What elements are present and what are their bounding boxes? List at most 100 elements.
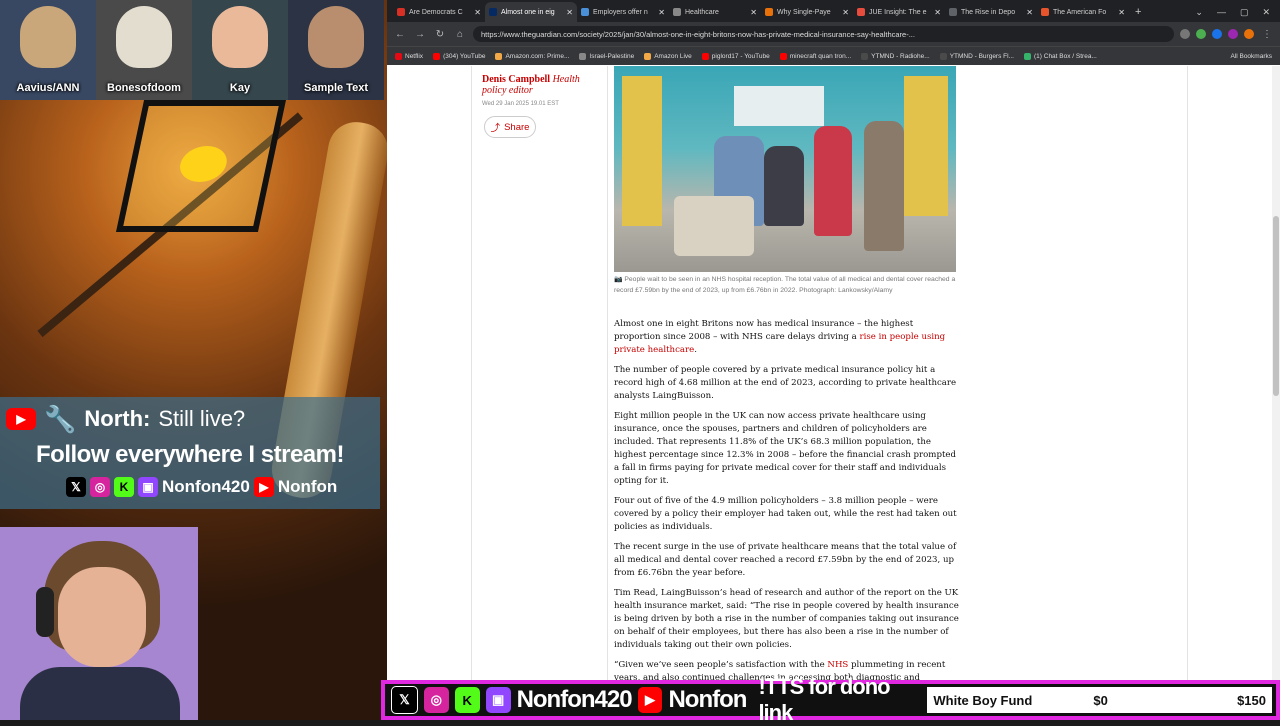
extension-icon[interactable]	[1228, 29, 1238, 39]
bookmarks-bar: Netflix (304) YouTube Amazon.com: Prime.…	[387, 46, 1280, 65]
paragraph: Four out of five of the 4.9 million poli…	[614, 496, 957, 532]
tab-favicon	[857, 8, 865, 16]
article-date: Wed 29 Jan 2025 19.01 EST	[482, 101, 559, 107]
image-caption: 📷 People wait to be seen in an NHS hospi…	[614, 275, 956, 296]
follow-banner: Follow everywhere I stream!	[36, 441, 344, 468]
avatar-name: Aavius/ANN	[16, 82, 80, 94]
webcam-feed	[0, 527, 198, 720]
home-icon[interactable]: ⌂	[453, 29, 467, 40]
profile-avatar[interactable]	[1244, 29, 1254, 39]
tab-title: Are Democrats C	[409, 8, 463, 16]
browser-tab[interactable]: Employers offer n ✕	[577, 2, 669, 22]
instagram-icon: ◎	[90, 477, 110, 497]
youtube-icon: ▶	[253, 477, 274, 497]
camera-icon: 📷	[614, 276, 623, 283]
browser-tab[interactable]: Why Single-Paye ✕	[761, 2, 853, 22]
bookmark-item[interactable]: (1) Chat Box / Strea...	[1024, 52, 1097, 60]
browser-tab[interactable]: Are Democrats C ✕	[393, 2, 485, 22]
maximize-icon[interactable]: ▢	[1240, 7, 1249, 18]
close-window-icon[interactable]: ✕	[1262, 7, 1270, 18]
close-icon[interactable]: ✕	[1026, 8, 1033, 17]
page-scrollbar[interactable]	[1272, 66, 1280, 720]
avatar-tile: Sample Text	[288, 0, 384, 100]
browser-toolbar: ← → ↻ ⌂ https://www.theguardian.com/soci…	[387, 22, 1280, 46]
web-page: Denis Campbell Health policy editor Wed …	[387, 66, 1280, 720]
chat-author: North:	[84, 406, 151, 431]
instagram-icon: ◎	[423, 687, 449, 713]
tab-favicon	[581, 8, 589, 16]
close-icon[interactable]: ✕	[842, 8, 849, 17]
avatar-name: Bonesofdoom	[107, 82, 181, 94]
close-icon[interactable]: ✕	[566, 8, 573, 17]
tab-title: Why Single-Paye	[777, 8, 831, 16]
bookmark-item[interactable]: minecraft quan tron...	[779, 52, 851, 60]
reload-icon[interactable]: ↻	[433, 29, 447, 40]
tab-favicon	[1041, 8, 1049, 16]
browser-tab[interactable]: The Rise in Depo ✕	[945, 2, 1037, 22]
fund-current: $0	[1093, 692, 1108, 708]
bookmark-item[interactable]: Netflix	[395, 52, 423, 60]
avatar-tile: Bonesofdoom	[96, 0, 192, 100]
scrollbar-thumb[interactable]	[1273, 216, 1279, 396]
close-icon[interactable]: ✕	[1118, 8, 1125, 17]
x-icon: 𝕏	[391, 686, 418, 714]
bookmark-item[interactable]: Amazon.com: Prime...	[495, 52, 569, 60]
twitch-icon: ▣	[485, 687, 511, 713]
tab-favicon	[949, 8, 957, 16]
browser-tab[interactable]: Healthcare ✕	[669, 2, 761, 22]
chat-overlay: ▶ 🔧 North: Still live? Follow everywhere…	[0, 397, 380, 509]
bookmark-item[interactable]: piglord17 - YouTube	[701, 52, 770, 60]
article-hero-image	[614, 66, 956, 272]
lantern-graphic	[115, 100, 287, 232]
all-bookmarks-button[interactable]: All Bookmarks	[1230, 53, 1272, 60]
fund-title: White Boy Fund	[933, 692, 1033, 708]
share-icon: ⤴	[490, 123, 501, 134]
bookmark-item[interactable]: Amazon Live	[644, 52, 692, 60]
close-icon[interactable]: ✕	[750, 8, 757, 17]
menu-icon[interactable]: ⋮	[1260, 29, 1274, 40]
bookmark-item[interactable]: (304) YouTube	[433, 52, 485, 60]
twitch-icon: ▣	[138, 477, 158, 497]
twitch-handle: Nonfon420	[162, 477, 250, 496]
tab-title: Almost one in eig	[501, 8, 555, 16]
x-icon: 𝕏	[66, 477, 86, 497]
extension-icon[interactable]	[1180, 29, 1190, 39]
bottom-overlay-bar: 𝕏 ◎ K ▣ Nonfon420 ▶ Nonfon !TTS for dono…	[381, 674, 1280, 725]
tab-favicon	[765, 8, 773, 16]
minimize-icon[interactable]: —	[1217, 7, 1226, 17]
paragraph: The recent surge in the use of private h…	[614, 542, 957, 578]
article-body: Almost one in eight Britons now has medi…	[614, 318, 959, 692]
tab-title: The Rise in Depo	[961, 8, 1016, 16]
tts-notice: !TTS for dono link	[758, 674, 890, 725]
close-icon[interactable]: ✕	[474, 8, 481, 17]
share-button[interactable]: ⤴ Share	[484, 116, 536, 138]
close-icon[interactable]: ✕	[658, 8, 665, 17]
author-name[interactable]: Denis Campbell	[482, 74, 550, 85]
twitch-handle: Nonfon420	[516, 686, 633, 713]
forward-icon[interactable]: →	[413, 29, 427, 40]
extension-icon[interactable]	[1212, 29, 1222, 39]
youtube-icon: ▶	[6, 408, 36, 430]
nhs-link[interactable]: NHS	[827, 660, 848, 670]
new-tab-button[interactable]: +	[1129, 2, 1147, 22]
chat-text: Still live?	[158, 406, 246, 431]
browser-tab[interactable]: The American Fo ✕	[1037, 2, 1129, 22]
extension-icon[interactable]	[1196, 29, 1206, 39]
bookmark-item[interactable]: YTMND - Burgers Fl...	[939, 52, 1014, 60]
bookmark-item[interactable]: YTMND - Radiohe...	[861, 52, 930, 60]
kick-icon: K	[114, 477, 134, 497]
stream-overlay: Aavius/ANN Bonesofdoom Kay Sample Text ▶…	[0, 0, 387, 720]
tab-search-icon[interactable]: ⌄	[1195, 7, 1203, 18]
paragraph: Tim Read, LaingBuisson’s head of researc…	[614, 588, 959, 650]
donation-goal-bar: White Boy Fund $0 $150	[927, 687, 1272, 713]
bookmark-item[interactable]: Israel-Palestine	[579, 52, 634, 60]
youtube-icon: ▶	[637, 687, 663, 713]
window-controls: ⌄ — ▢ ✕	[1195, 2, 1280, 22]
address-bar[interactable]: https://www.theguardian.com/society/2025…	[473, 26, 1174, 42]
back-icon[interactable]: ←	[393, 29, 407, 40]
browser-tab-active[interactable]: Almost one in eig ✕	[485, 2, 577, 22]
close-icon[interactable]: ✕	[934, 8, 941, 17]
browser-tab[interactable]: JUE Insight: The e ✕	[853, 2, 945, 22]
tab-title: Employers offer n	[593, 8, 648, 16]
tab-title: The American Fo	[1053, 8, 1107, 16]
